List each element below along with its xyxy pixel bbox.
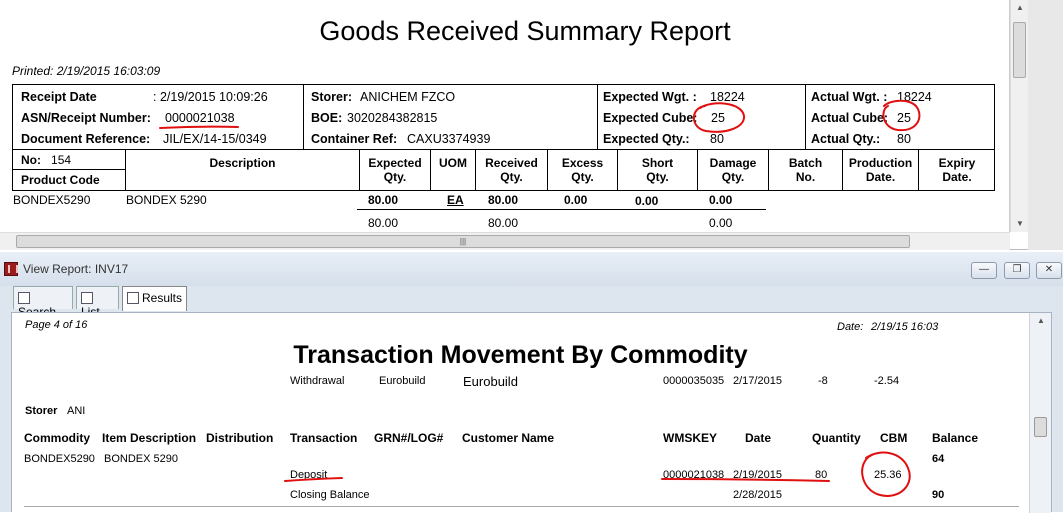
transaction-report-title: Transaction Movement By Commodity <box>293 341 748 369</box>
report-date-label: Date: <box>837 321 864 333</box>
row-damage-qty: 0.00 <box>709 193 733 207</box>
excess-qty-header: Excess Qty. <box>547 150 617 190</box>
expected-qty-header: Expected Qty. <box>359 150 430 190</box>
description-header: Description <box>125 150 359 190</box>
expected-weight-value: 18224 <box>710 90 745 104</box>
row-short-qty: 0.00 <box>635 194 659 208</box>
total-expected-qty: 80.00 <box>368 216 399 230</box>
actual-qty-value: 80 <box>897 132 911 146</box>
doc-ref-label: Document Reference: <box>21 132 151 146</box>
tab-search[interactable]: Search <box>13 286 73 319</box>
actual-cube-value: 25 <box>897 111 911 125</box>
doc-ref-value: JIL/EX/14-15/0349 <box>163 132 267 146</box>
no-value: 154 <box>51 153 72 167</box>
row-product-code: BONDEX5290 <box>13 193 91 207</box>
top-vertical-scroll-thumb[interactable] <box>1013 22 1026 78</box>
top-pane-gutter <box>1028 0 1063 250</box>
tab-bar: Search List Results <box>0 286 1063 319</box>
total-damage-qty: 0.00 <box>709 216 733 230</box>
view-report-window: View Report: INV17 — ❐ ✕ Search List Res… <box>0 252 1063 513</box>
asn-label: ASN/Receipt Number: <box>21 111 151 125</box>
damage-qty-header: Damage Qty. <box>697 150 768 190</box>
tab-results[interactable]: Results <box>122 286 187 311</box>
goods-received-report-pane: Goods Received Summary Report Printed: 2… <box>0 0 1063 250</box>
results-scroll-thumb[interactable] <box>1034 417 1047 437</box>
report-date-value: 2/19/15 16:03 <box>871 321 939 333</box>
row-underline <box>357 209 766 210</box>
receipt-header-box: Receipt Date : 2/19/2015 10:09:26 ASN/Re… <box>12 84 995 150</box>
actual-cube-label: Actual Cube: <box>811 111 889 125</box>
boe-value: 3020284382815 <box>347 111 438 125</box>
expected-cube-label: Expected Cube: <box>603 111 698 125</box>
page-bottom-rule <box>24 506 1019 507</box>
expected-qty-label: Expected Qty.: <box>603 132 690 146</box>
close-button[interactable]: ✕ <box>1036 262 1062 279</box>
batch-no-header: Batch No. <box>768 150 842 190</box>
tab-list[interactable]: List <box>76 286 119 319</box>
minimize-button[interactable]: — <box>971 262 997 279</box>
column-header-row: No: 154 Product Code Description Expecte… <box>12 150 995 191</box>
actual-qty-label: Actual Qty.: <box>811 132 881 146</box>
row-expected-qty: 80.00 <box>368 193 399 207</box>
no-label: No: <box>21 153 41 167</box>
storer-group-value: ANI <box>67 405 86 417</box>
storer-label: Storer: <box>311 90 352 104</box>
storer-value: ANICHEM FZCO <box>360 90 456 104</box>
results-icon <box>127 292 139 304</box>
window-title: View Report: INV17 <box>23 262 129 276</box>
scroll-up-icon[interactable]: ▲ <box>1011 0 1029 16</box>
results-report-pane: Page 4 of 16 Date: 2/19/15 16:03 Transac… <box>11 312 1052 513</box>
search-icon <box>18 292 30 304</box>
printed-timestamp: Printed: 2/19/2015 16:03:09 <box>12 64 161 78</box>
expected-weight-label: Expected Wgt. : <box>603 90 697 104</box>
row-excess-qty: 0.00 <box>564 193 588 207</box>
container-value: CAXU3374939 <box>407 132 491 146</box>
list-icon <box>81 292 93 304</box>
scroll-down-icon[interactable]: ▼ <box>1011 216 1029 232</box>
product-code-header: Product Code <box>21 173 100 187</box>
row-description: BONDEX 5290 <box>126 193 207 207</box>
asn-value: 0000021038 <box>165 111 235 125</box>
uom-header: UOM <box>430 150 475 190</box>
results-vertical-scrollbar[interactable]: ▲ <box>1029 313 1051 513</box>
short-qty-header: Short Qty. <box>617 150 697 190</box>
row-received-qty: 80.00 <box>488 193 519 207</box>
expected-qty-value: 80 <box>710 132 724 146</box>
production-date-header: Production Date. <box>842 150 918 190</box>
top-horizontal-scrollbar[interactable]: ||| <box>0 232 1010 250</box>
boe-label: BOE: <box>311 111 343 125</box>
container-label: Container Ref: <box>311 132 398 146</box>
restore-button[interactable]: ❐ <box>1004 262 1030 279</box>
report-title: Goods Received Summary Report <box>319 16 731 46</box>
total-received-qty: 80.00 <box>488 216 519 230</box>
actual-weight-label: Actual Wgt. : <box>811 90 888 104</box>
top-vertical-scrollbar[interactable]: ▲ ▼ <box>1010 0 1028 232</box>
expiry-date-header: Expiry Date. <box>918 150 995 190</box>
window-titlebar[interactable]: View Report: INV17 — ❐ ✕ <box>0 252 1063 286</box>
page-indicator: Page 4 of 16 <box>25 319 88 331</box>
app-icon <box>4 262 18 276</box>
actual-weight-value: 18224 <box>897 90 932 104</box>
receipt-date-value: : 2/19/2015 10:09:26 <box>153 90 268 104</box>
expected-cube-value: 25 <box>711 111 725 125</box>
received-qty-header: Received Qty. <box>475 150 547 190</box>
results-scroll-up-icon[interactable]: ▲ <box>1032 313 1050 329</box>
no-cell: No: 154 Product Code <box>13 150 125 190</box>
top-horizontal-scroll-thumb[interactable]: ||| <box>16 235 910 248</box>
storer-group-label: Storer <box>25 405 58 417</box>
row-uom: EA <box>447 193 464 207</box>
report-page: Goods Received Summary Report Printed: 2… <box>0 0 1010 232</box>
receipt-date-label: Receipt Date <box>21 90 97 104</box>
transaction-report-page: Page 4 of 16 Date: 2/19/15 16:03 Transac… <box>12 313 1029 513</box>
